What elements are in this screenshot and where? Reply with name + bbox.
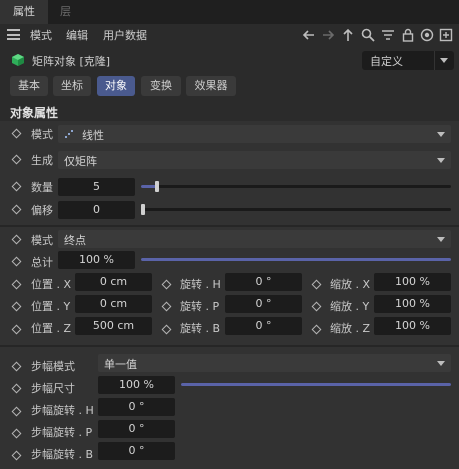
object-name: 矩阵对象 [克隆] bbox=[32, 55, 111, 68]
step-mode-dropdown[interactable]: 单一值 bbox=[98, 354, 451, 372]
step-rotation-h-field[interactable]: 0 ° bbox=[98, 398, 175, 416]
position-x-field[interactable]: 0 cm bbox=[75, 273, 152, 291]
position-y-label: 位置 . Y bbox=[31, 300, 71, 313]
menu-edit[interactable]: 编辑 bbox=[66, 27, 88, 43]
chevron-down-icon bbox=[437, 132, 445, 137]
linear-mode-icon bbox=[65, 130, 73, 138]
scale-z-field[interactable]: 100 % bbox=[374, 317, 451, 335]
mode2-label: 模式 bbox=[31, 234, 53, 247]
count-slider[interactable] bbox=[141, 181, 451, 192]
arrow-right-icon[interactable] bbox=[321, 28, 335, 42]
preset-dropdown[interactable]: 自定义 bbox=[362, 51, 454, 70]
step-mode-value: 单一值 bbox=[104, 358, 137, 371]
chevron-down-icon bbox=[437, 237, 445, 242]
mode-label: 模式 bbox=[31, 128, 53, 141]
generate-label: 生成 bbox=[31, 154, 53, 167]
mode2-value: 终点 bbox=[64, 234, 86, 247]
scale-y-label: 缩放 . Y bbox=[330, 300, 370, 313]
chevron-down-icon bbox=[437, 361, 445, 366]
total-label: 总计 bbox=[31, 256, 53, 269]
step-mode-label: 步幅模式 bbox=[31, 360, 75, 373]
arrow-up-icon[interactable] bbox=[341, 28, 355, 42]
mode-value: 线性 bbox=[82, 129, 104, 142]
target-icon[interactable] bbox=[420, 28, 434, 42]
preset-arrow[interactable] bbox=[434, 51, 454, 70]
preset-label: 自定义 bbox=[370, 55, 403, 68]
section-title: 对象属性 bbox=[10, 106, 59, 120]
total-field[interactable]: 100 % bbox=[58, 251, 135, 269]
chevron-down-icon bbox=[440, 58, 448, 63]
scale-y-field[interactable]: 100 % bbox=[374, 295, 451, 313]
step-rotation-p-label: 步幅旋转 . P bbox=[31, 426, 93, 439]
rotation-h-field[interactable]: 0 ° bbox=[225, 273, 302, 291]
position-z-field[interactable]: 500 cm bbox=[75, 317, 152, 335]
arrow-left-icon[interactable] bbox=[302, 28, 316, 42]
search-icon[interactable] bbox=[361, 28, 375, 42]
offset-label: 偏移 bbox=[31, 204, 53, 217]
rotation-p-label: 旋转 . P bbox=[180, 300, 220, 313]
chevron-down-icon bbox=[437, 158, 445, 163]
tab-layers[interactable]: 层 bbox=[60, 0, 74, 24]
menu-user-data[interactable]: 用户数据 bbox=[103, 27, 147, 43]
count-field[interactable]: 5 bbox=[58, 178, 135, 196]
tab-effectors[interactable]: 效果器 bbox=[186, 76, 236, 96]
filter-icon[interactable] bbox=[381, 28, 395, 42]
cloner-object-icon bbox=[12, 54, 24, 66]
tab-object[interactable]: 对象 bbox=[97, 76, 135, 96]
total-slider-fill bbox=[141, 258, 451, 261]
scale-z-label: 缩放 . Z bbox=[330, 322, 371, 335]
tab-transform[interactable]: 变换 bbox=[141, 76, 181, 96]
menu-mode[interactable]: 模式 bbox=[30, 27, 52, 43]
count-label: 数量 bbox=[31, 181, 53, 194]
panel-tab-bar: 属性 层 bbox=[0, 0, 459, 24]
rotation-b-field[interactable]: 0 ° bbox=[225, 317, 302, 335]
offset-field[interactable]: 0 bbox=[58, 201, 135, 219]
offset-slider-knob[interactable] bbox=[141, 204, 145, 215]
step-rotation-b-field[interactable]: 0 ° bbox=[98, 442, 175, 460]
property-tabs: 基本 坐标 对象 变换 效果器 bbox=[0, 76, 459, 96]
tab-attributes[interactable]: 属性 bbox=[0, 0, 48, 24]
count-slider-knob[interactable] bbox=[154, 181, 159, 192]
tab-basic[interactable]: 基本 bbox=[10, 76, 48, 96]
mode2-dropdown[interactable]: 终点 bbox=[58, 230, 451, 248]
total-slider[interactable] bbox=[141, 258, 451, 261]
step-size-slider-fill bbox=[181, 383, 451, 386]
tab-coordinates[interactable]: 坐标 bbox=[53, 76, 91, 96]
step-rotation-b-label: 步幅旋转 . B bbox=[31, 448, 94, 461]
step-rotation-p-field[interactable]: 0 ° bbox=[98, 420, 175, 438]
new-window-icon[interactable] bbox=[439, 28, 453, 42]
rotation-h-label: 旋转 . H bbox=[180, 278, 221, 291]
generate-value: 仅矩阵 bbox=[64, 155, 97, 168]
mode-dropdown[interactable]: 线性 bbox=[58, 125, 451, 143]
hamburger-menu-icon[interactable] bbox=[7, 29, 20, 40]
offset-slider[interactable] bbox=[141, 204, 451, 215]
generate-dropdown[interactable]: 仅矩阵 bbox=[58, 151, 451, 169]
step-size-slider[interactable] bbox=[181, 383, 451, 386]
step-rotation-h-label: 步幅旋转 . H bbox=[31, 404, 94, 417]
position-z-label: 位置 . Z bbox=[31, 322, 72, 335]
step-size-field[interactable]: 100 % bbox=[98, 376, 175, 394]
rotation-p-field[interactable]: 0 ° bbox=[225, 295, 302, 313]
rotation-b-label: 旋转 . B bbox=[180, 322, 221, 335]
scale-x-field[interactable]: 100 % bbox=[374, 273, 451, 291]
lock-icon[interactable] bbox=[401, 28, 415, 42]
object-header: 矩阵对象 [克隆] 自定义 bbox=[0, 50, 459, 72]
position-y-field[interactable]: 0 cm bbox=[75, 295, 152, 313]
scale-x-label: 缩放 . X bbox=[330, 278, 371, 291]
step-size-label: 步幅尺寸 bbox=[31, 382, 75, 395]
position-x-label: 位置 . X bbox=[31, 278, 72, 291]
